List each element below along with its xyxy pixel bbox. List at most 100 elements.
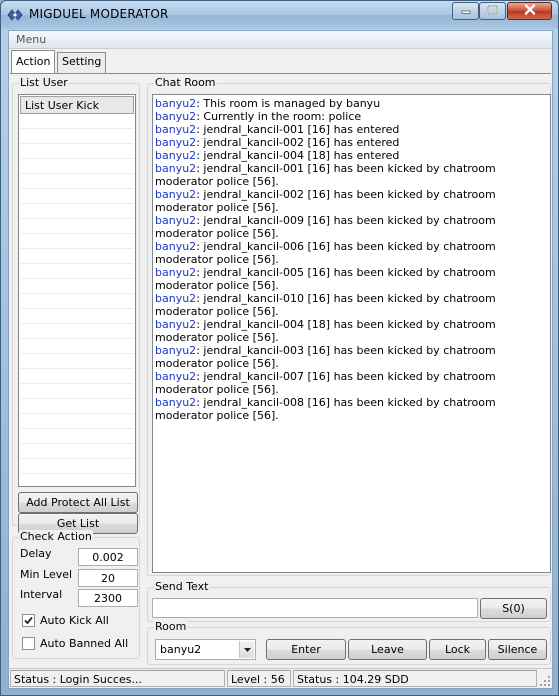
menu-bar: Menu <box>9 31 552 49</box>
chat-message-nick: banyu2 <box>155 266 197 279</box>
chat-message: banyu2: jendral_kancil-004 [18] has ente… <box>155 149 548 162</box>
grid-line <box>20 233 134 234</box>
tab-setting[interactable]: Setting <box>57 52 107 73</box>
grid-line <box>20 338 134 339</box>
chat-message: banyu2: jendral_kancil-004 [18] has been… <box>155 318 548 344</box>
title-bar[interactable]: MIGDUEL MODERATOR <box>1 1 558 29</box>
chat-message-text: : jendral_kancil-002 [16] has entered <box>196 136 400 149</box>
chat-message: banyu2: jendral_kancil-003 [16] has been… <box>155 344 548 370</box>
send-button[interactable]: S(0) <box>480 598 547 619</box>
interval-field[interactable]: 2300 <box>78 589 138 607</box>
auto-banned-checkbox[interactable] <box>22 637 35 650</box>
send-text-group: Send Text S(0) <box>147 580 551 622</box>
chat-message-nick: banyu2 <box>155 214 197 227</box>
menu-button[interactable]: Menu <box>16 33 46 46</box>
chat-message-text: : jendral_kancil-001 [16] has been kicke… <box>155 162 500 188</box>
chat-message-text: : jendral_kancil-010 [16] has been kicke… <box>155 292 500 318</box>
chat-message-nick: banyu2 <box>155 370 197 383</box>
grid-line <box>20 398 134 399</box>
chat-message: banyu2: jendral_kancil-002 [16] has been… <box>155 188 548 214</box>
chat-message: banyu2: jendral_kancil-010 [16] has been… <box>155 292 548 318</box>
tab-action[interactable]: Action <box>11 50 56 73</box>
room-title: Room <box>154 620 188 633</box>
chat-message-text: : jendral_kancil-007 [16] has been kicke… <box>155 370 500 396</box>
window-title: MIGDUEL MODERATOR <box>29 7 169 21</box>
chat-message-nick: banyu2 <box>155 318 197 331</box>
close-button[interactable] <box>507 2 552 20</box>
chat-log[interactable]: banyu2: This room is managed by banyu ban… <box>152 94 551 573</box>
grid-line <box>20 203 134 204</box>
chat-message-nick: banyu2 <box>155 97 197 110</box>
chat-message: banyu2: This room is managed by banyu <box>155 97 548 110</box>
grid-line <box>20 143 134 144</box>
min-level-field[interactable]: 20 <box>78 569 138 587</box>
resize-grip-icon[interactable] <box>539 675 551 687</box>
chat-message-nick: banyu2 <box>155 396 197 409</box>
chat-message-nick: banyu2 <box>155 123 197 136</box>
grid-line <box>20 128 134 129</box>
grid-line <box>20 383 134 384</box>
interval-label: Interval <box>20 588 63 601</box>
auto-banned-label[interactable]: Auto Banned All <box>40 637 128 650</box>
grid-line <box>20 443 134 444</box>
silence-button[interactable]: Silence <box>488 639 547 660</box>
grid-line <box>20 413 134 414</box>
grid-line <box>20 263 134 264</box>
client-area: Menu Action Setting List User List User … <box>8 30 553 689</box>
chat-message-text: : jendral_kancil-003 [16] has been kicke… <box>155 344 500 370</box>
chat-message: banyu2: jendral_kancil-006 [16] has been… <box>155 240 548 266</box>
grid-line <box>20 293 134 294</box>
chat-message-nick: banyu2 <box>155 149 197 162</box>
lock-button[interactable]: Lock <box>429 639 486 660</box>
minimize-button[interactable] <box>452 2 479 20</box>
chat-message-nick: banyu2 <box>155 162 197 175</box>
room-select-value: banyu2 <box>160 643 202 656</box>
chat-message-text: : jendral_kancil-009 [16] has been kicke… <box>155 214 500 240</box>
chat-message-text: : This room is managed by banyu <box>196 97 381 110</box>
enter-button[interactable]: Enter <box>266 639 346 660</box>
maximize-button[interactable] <box>479 2 506 20</box>
chat-room-group: Chat Room banyu2: This room is managed b… <box>147 76 551 576</box>
app-icon <box>7 8 23 22</box>
chat-message-text: : jendral_kancil-006 [16] has been kicke… <box>155 240 500 266</box>
grid-line <box>20 188 134 189</box>
send-text-input[interactable] <box>152 598 478 618</box>
grid-line <box>20 308 134 309</box>
leave-button[interactable]: Leave <box>348 639 427 660</box>
chat-message-nick: banyu2 <box>155 240 197 253</box>
room-group: Room banyu2 Enter Leave Lock Silence <box>147 620 551 665</box>
send-text-title: Send Text <box>154 580 210 593</box>
chat-message: banyu2: Currently in the room: police <box>155 110 548 123</box>
list-user-kick-header[interactable]: List User Kick <box>20 96 134 114</box>
close-icon <box>524 4 536 18</box>
list-user-group: List User List User Kick Add Protect All… <box>12 76 140 534</box>
chat-message-nick: banyu2 <box>155 292 197 305</box>
grid-line <box>20 458 134 459</box>
delay-field[interactable]: 0.002 <box>78 548 138 566</box>
list-user-title: List User <box>19 76 69 89</box>
chat-message-nick: banyu2 <box>155 188 197 201</box>
delay-label: Delay <box>20 547 52 560</box>
minimize-icon <box>461 5 471 18</box>
level-status: Level : 56 <box>227 670 291 687</box>
chat-message-text: : jendral_kancil-001 [16] has entered <box>196 123 400 136</box>
chat-message-text: : jendral_kancil-004 [18] has been kicke… <box>155 318 500 344</box>
chat-message: banyu2: jendral_kancil-002 [16] has ente… <box>155 136 548 149</box>
auto-kick-checkbox[interactable] <box>22 614 35 627</box>
chat-message: banyu2: jendral_kancil-008 [16] has been… <box>155 396 548 422</box>
balance-status: Status : 104.29 SDD <box>293 670 537 687</box>
chevron-down-icon[interactable] <box>239 641 254 658</box>
list-user-kick-list[interactable]: List User Kick <box>18 94 136 487</box>
auto-kick-label[interactable]: Auto Kick All <box>40 614 109 627</box>
maximize-icon <box>487 4 498 18</box>
chat-message: banyu2: jendral_kancil-009 [16] has been… <box>155 214 548 240</box>
app-window: MIGDUEL MODERATOR Menu Action Setting Li… <box>0 0 559 696</box>
add-protect-all-list-button[interactable]: Add Protect All List <box>18 492 138 513</box>
chat-message-text: : jendral_kancil-005 [16] has been kicke… <box>155 266 500 292</box>
chat-message-text: : jendral_kancil-002 [16] has been kicke… <box>155 188 500 214</box>
room-select[interactable]: banyu2 <box>155 639 256 660</box>
grid-line <box>20 278 134 279</box>
chat-message-text: : jendral_kancil-008 [16] has been kicke… <box>155 396 500 422</box>
grid-line <box>20 173 134 174</box>
grid-line <box>20 218 134 219</box>
